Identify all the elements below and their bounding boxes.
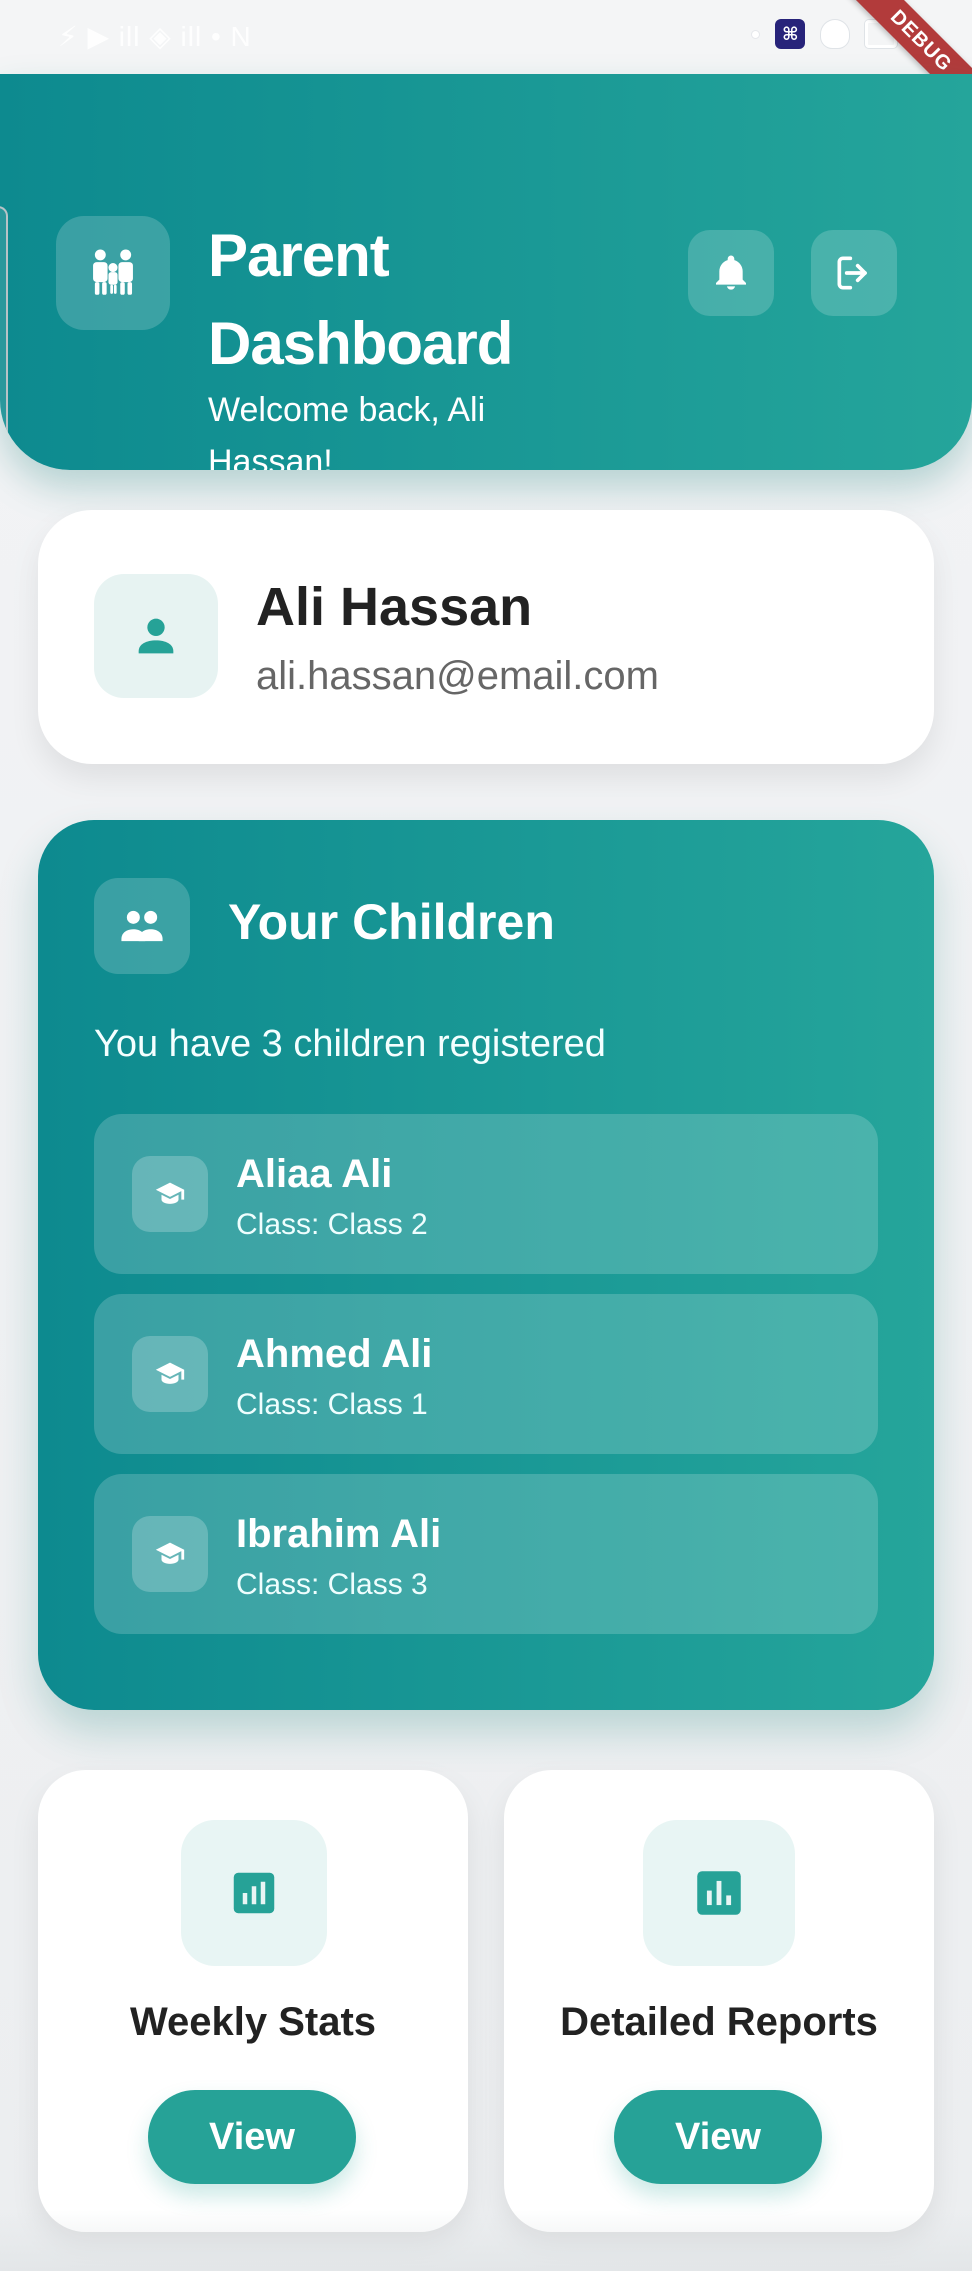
weekly-stats-card: Weekly Stats View	[38, 1770, 468, 2232]
notifications-button[interactable]	[688, 230, 774, 316]
child-class: Class: Class 2	[236, 1208, 428, 1241]
children-panel: Your Children You have 3 children regist…	[38, 820, 934, 1710]
bell-icon	[716, 255, 746, 290]
weekly-stats-view-button[interactable]: View	[148, 2090, 356, 2184]
detailed-reports-icon-box	[643, 1820, 795, 1966]
parent-dashboard-screen: ⚡ ▶ ill ◈ ill • N ⌘ A DEBUG	[0, 0, 972, 2271]
app-status-icon: ⌘	[775, 19, 806, 49]
child-name: Aliaa Ali	[236, 1152, 393, 1196]
avatar	[94, 574, 218, 698]
family-icon	[93, 249, 133, 295]
child-icon-box	[132, 1156, 208, 1232]
child-icon-box	[132, 1516, 208, 1592]
stats-icon	[233, 1872, 275, 1914]
notification-dot-icon	[752, 30, 760, 38]
children-count-text: You have 3 children registered	[94, 1023, 606, 1065]
child-name: Ibrahim Ali	[236, 1512, 442, 1556]
bar-chart-icon	[697, 1871, 741, 1915]
status-bar: ⚡ ▶ ill ◈ ill • N ⌘ A	[0, 0, 972, 74]
child-card-aliaa-ali[interactable]: Aliaa Ali Class: Class 2	[94, 1114, 878, 1274]
graduation-cap-icon	[155, 1542, 185, 1564]
ghost-icon	[821, 20, 850, 48]
child-name: Ahmed Ali	[236, 1332, 433, 1376]
detailed-reports-view-button[interactable]: View	[614, 2090, 822, 2184]
dashboard-header: Parent Dashboard Welcome back, Ali Hassa…	[0, 74, 972, 470]
graduation-cap-icon	[155, 1182, 185, 1204]
logout-icon	[837, 256, 867, 290]
child-class: Class: Class 3	[236, 1568, 428, 1601]
page-title: Parent Dashboard	[208, 222, 513, 377]
child-card-ahmed-ali[interactable]: Ahmed Ali Class: Class 1	[94, 1294, 878, 1454]
welcome-message: Welcome back, Ali Hassan!	[208, 391, 486, 470]
person-icon	[138, 618, 174, 654]
group-icon	[121, 910, 163, 942]
detailed-reports-card: Detailed Reports View	[504, 1770, 934, 2232]
edge-panel-handle[interactable]	[0, 206, 8, 470]
family-icon-box	[56, 216, 170, 330]
children-section-title: Your Children	[228, 894, 555, 950]
child-card-ibrahim-ali[interactable]: Ibrahim Ali Class: Class 3	[94, 1474, 878, 1634]
profile-card: Ali Hassan ali.hassan@email.com	[38, 510, 934, 764]
children-icon-box	[94, 878, 190, 974]
weekly-stats-title: Weekly Stats	[129, 2000, 377, 2044]
children-list: Aliaa Ali Class: Class 2 Ahmed Ali Class…	[94, 1114, 878, 1654]
weekly-stats-icon-box	[181, 1820, 327, 1966]
profile-name: Ali Hassan	[256, 577, 533, 637]
detailed-reports-title: Detailed Reports	[560, 2000, 878, 2044]
graduation-cap-icon	[155, 1362, 185, 1384]
child-icon-box	[132, 1336, 208, 1412]
status-left-icons: ⚡ ▶ ill ◈ ill • N	[58, 21, 252, 52]
profile-email: ali.hassan@email.com	[256, 654, 659, 698]
child-class: Class: Class 1	[236, 1388, 428, 1421]
logout-button[interactable]	[811, 230, 897, 316]
